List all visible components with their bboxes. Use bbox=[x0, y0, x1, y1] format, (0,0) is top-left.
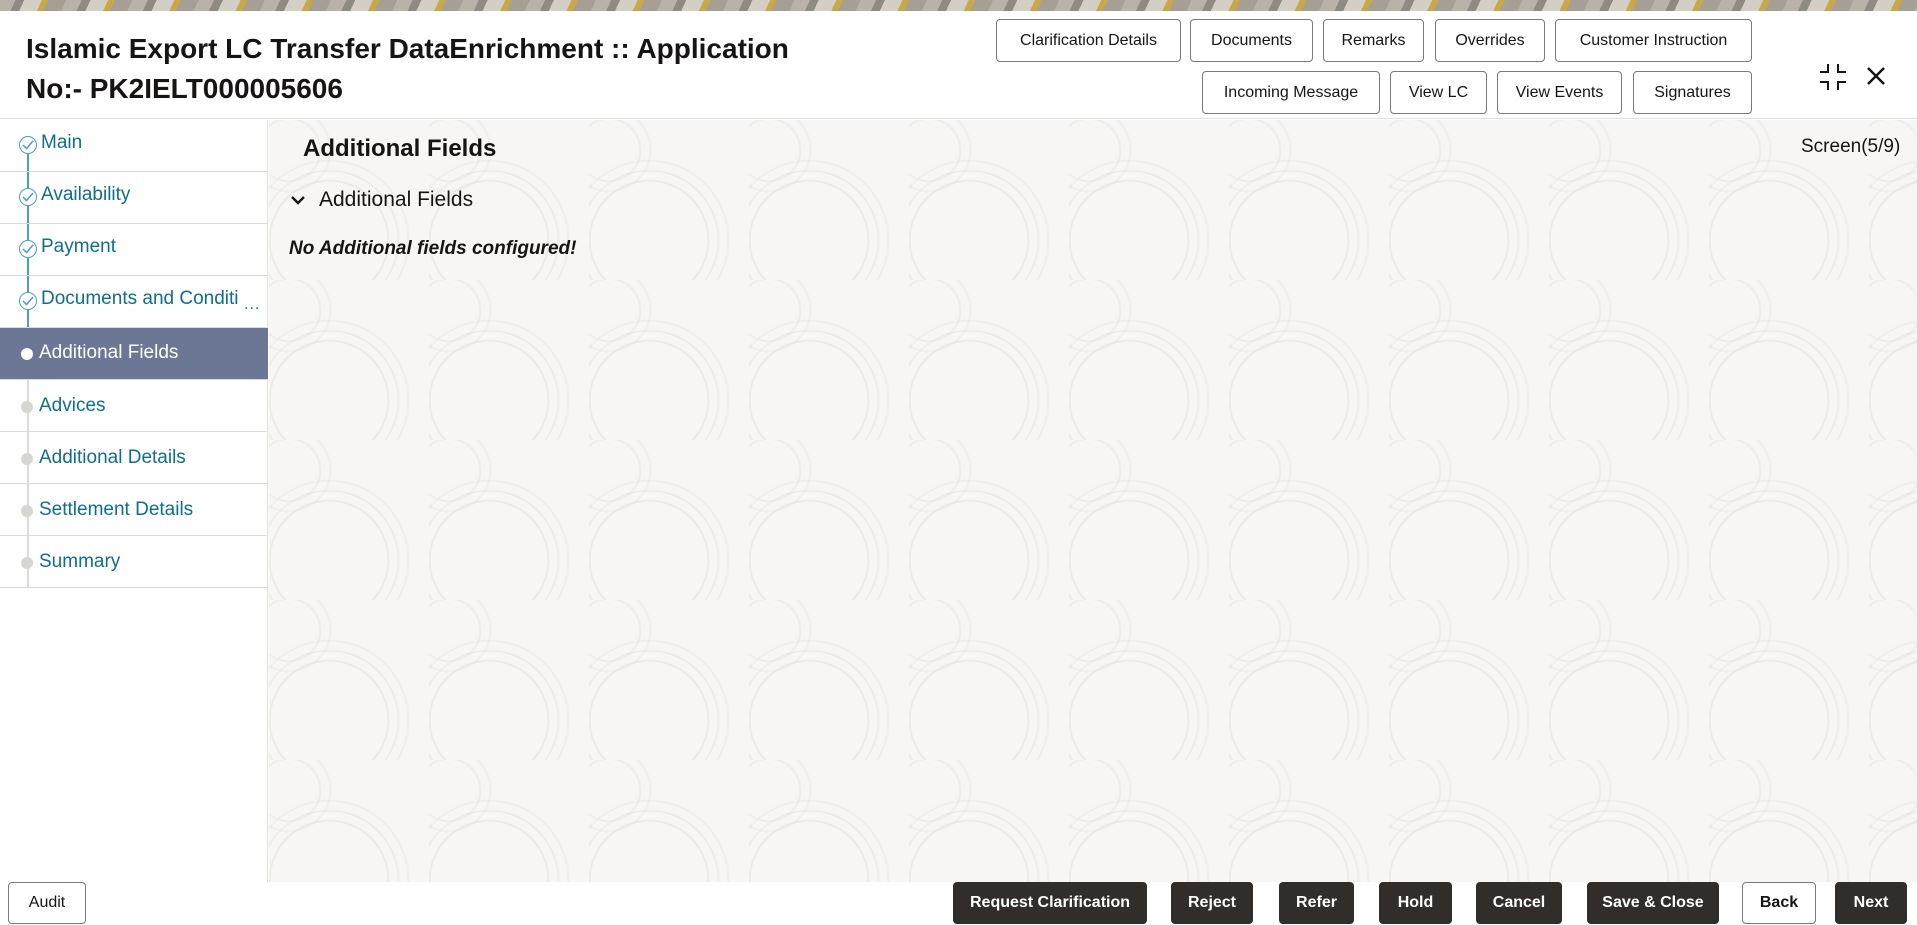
sidebar-item-label: Settlement Details bbox=[39, 499, 194, 520]
sidebar-item-label: Summary bbox=[39, 551, 121, 572]
sidebar-item-label: Additional Details bbox=[39, 447, 186, 468]
pending-step-icon bbox=[21, 401, 33, 413]
request-clarification-button[interactable]: Request Clarification bbox=[953, 882, 1147, 924]
cancel-button[interactable]: Cancel bbox=[1476, 882, 1562, 924]
additional-fields-accordion[interactable]: Additional Fields bbox=[289, 185, 473, 215]
view-events-button[interactable]: View Events bbox=[1497, 71, 1622, 114]
close-icon[interactable] bbox=[1862, 62, 1890, 90]
more-icon[interactable]: ... bbox=[244, 296, 260, 314]
sidebar-item-main[interactable]: Main bbox=[0, 120, 268, 172]
reject-button[interactable]: Reject bbox=[1171, 882, 1253, 924]
chevron-down-icon bbox=[291, 196, 305, 205]
sidebar-item-label: Documents and Conditi bbox=[41, 288, 239, 309]
sidebar-item-payment[interactable]: Payment bbox=[0, 224, 268, 276]
collapse-fullscreen-icon[interactable] bbox=[1818, 62, 1848, 92]
view-lc-button[interactable]: View LC bbox=[1390, 71, 1487, 114]
customer-instruction-button[interactable]: Customer Instruction bbox=[1555, 19, 1752, 62]
page-title: Islamic Export LC Transfer DataEnrichmen… bbox=[26, 29, 826, 109]
completed-check-icon bbox=[19, 188, 37, 206]
sidebar-item-label: Availability bbox=[41, 184, 131, 205]
completed-check-icon bbox=[19, 136, 37, 154]
main-content: Additional Fields Screen(5/9) Additional… bbox=[269, 120, 1917, 882]
page-title-line1: Islamic Export LC Transfer DataEnrichmen… bbox=[26, 33, 789, 64]
documents-button[interactable]: Documents bbox=[1190, 19, 1313, 62]
remarks-button[interactable]: Remarks bbox=[1323, 19, 1424, 62]
signatures-button[interactable]: Signatures bbox=[1633, 71, 1752, 114]
save-and-close-button[interactable]: Save & Close bbox=[1587, 882, 1719, 924]
next-button[interactable]: Next bbox=[1835, 882, 1907, 924]
top-decorative-strip bbox=[0, 0, 1917, 11]
empty-message: No Additional fields configured! bbox=[289, 238, 577, 259]
sidebar-item-additional-details[interactable]: Additional Details bbox=[0, 432, 268, 484]
pending-step-icon bbox=[21, 505, 33, 517]
hold-button[interactable]: Hold bbox=[1379, 882, 1452, 924]
pending-step-icon bbox=[21, 453, 33, 465]
completed-check-icon bbox=[19, 292, 37, 310]
sidebar-item-advices[interactable]: Advices bbox=[0, 380, 268, 432]
sidebar-item-documents-and-conditions[interactable]: Documents and Conditi ... bbox=[0, 276, 268, 328]
sidebar-item-label: Additional Fields bbox=[39, 342, 179, 363]
page-header: Islamic Export LC Transfer DataEnrichmen… bbox=[0, 11, 1917, 119]
footer-toolbar: Audit Request Clarification Reject Refer… bbox=[0, 882, 1917, 925]
sidebar-item-label: Main bbox=[41, 132, 83, 153]
clarification-details-button[interactable]: Clarification Details bbox=[996, 19, 1181, 62]
pending-step-icon bbox=[21, 557, 33, 569]
sidebar-item-summary[interactable]: Summary bbox=[0, 536, 268, 588]
incoming-message-button[interactable]: Incoming Message bbox=[1202, 71, 1380, 114]
refer-button[interactable]: Refer bbox=[1279, 882, 1354, 924]
page-title-line2: No:- PK2IELT000005606 bbox=[26, 73, 343, 104]
sidebar-item-additional-fields[interactable]: Additional Fields bbox=[0, 328, 268, 380]
accordion-label: Additional Fields bbox=[319, 188, 474, 211]
train-stop-sidebar: Main Availability Payment Documents and … bbox=[0, 120, 268, 882]
sidebar-item-label: Payment bbox=[41, 236, 116, 257]
section-title: Additional Fields bbox=[303, 135, 497, 162]
current-step-icon bbox=[21, 348, 33, 360]
completed-check-icon bbox=[19, 240, 37, 258]
screen-counter: Screen(5/9) bbox=[1801, 136, 1901, 157]
overrides-button[interactable]: Overrides bbox=[1435, 19, 1545, 62]
sidebar-item-availability[interactable]: Availability bbox=[0, 172, 268, 224]
sidebar-item-settlement-details[interactable]: Settlement Details bbox=[0, 484, 268, 536]
back-button[interactable]: Back bbox=[1742, 882, 1816, 924]
sidebar-item-label: Advices bbox=[39, 395, 106, 416]
audit-button[interactable]: Audit bbox=[8, 882, 86, 924]
